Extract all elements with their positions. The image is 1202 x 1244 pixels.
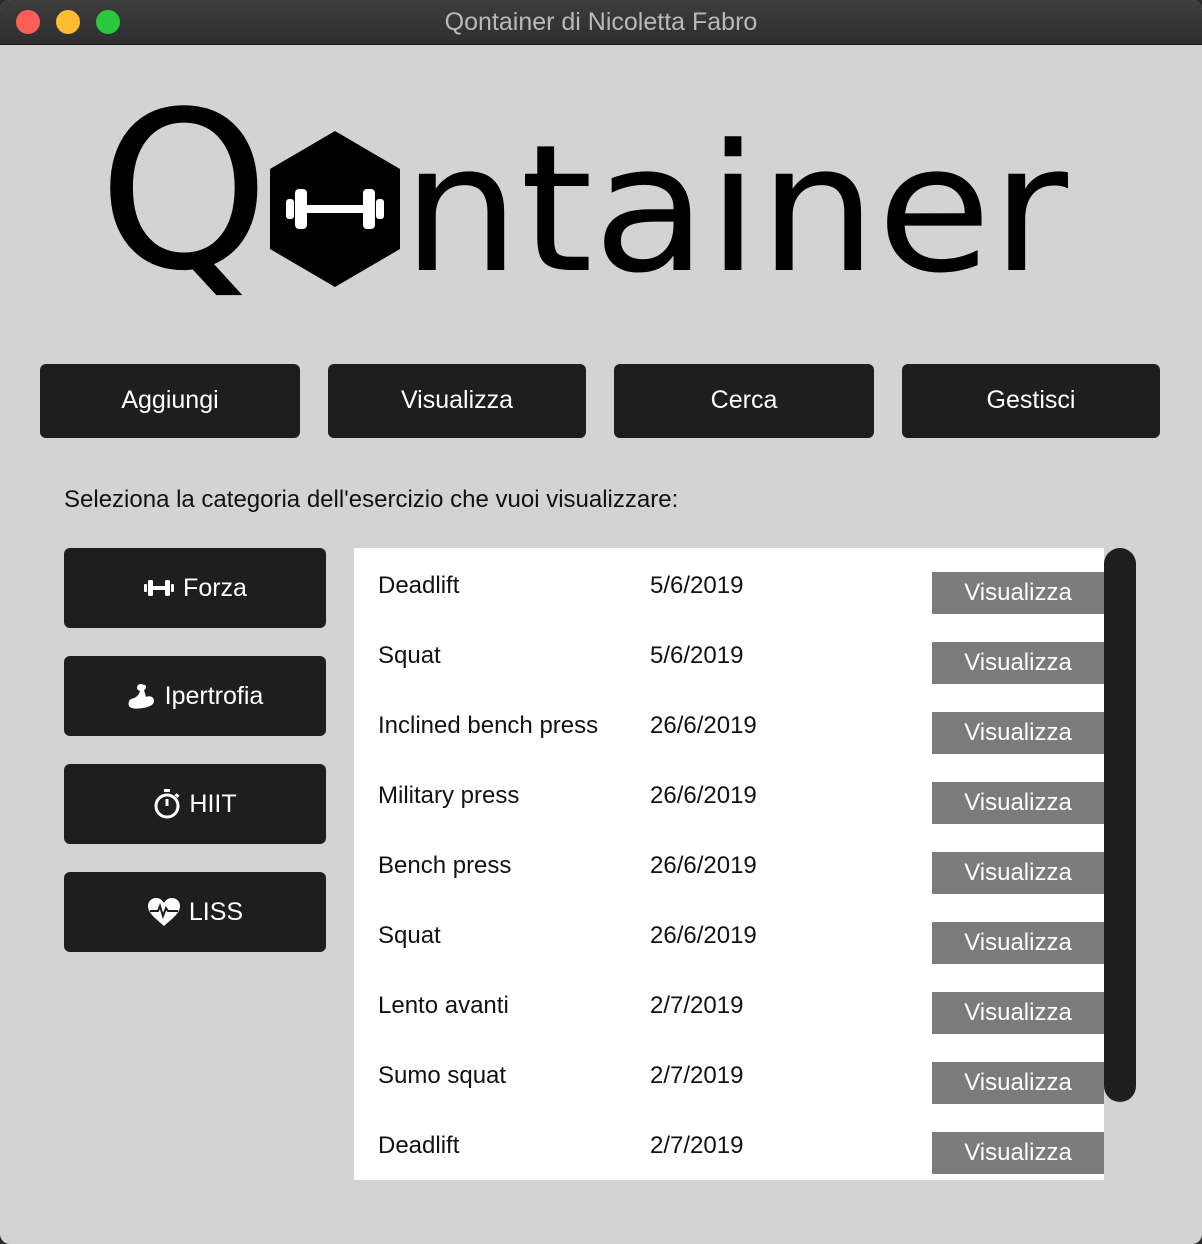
list-scrollbar[interactable] — [1104, 548, 1136, 1102]
exercise-date: 2/7/2019 — [650, 992, 744, 1019]
category-label: LISS — [188, 897, 244, 926]
exercise-date: 26/6/2019 — [650, 782, 757, 809]
category-ipertrofia-button[interactable]: Ipertrofia — [64, 656, 326, 736]
exercise-date: 5/6/2019 — [650, 642, 744, 669]
exercise-date: 26/6/2019 — [650, 922, 757, 949]
category-liss-button[interactable]: LISS — [64, 872, 326, 952]
exercise-date: 5/6/2019 — [650, 572, 744, 599]
category-label: HIIT — [189, 789, 237, 818]
view-exercise-button[interactable]: Visualizza — [932, 852, 1104, 894]
gestisci-button[interactable]: Gestisci — [902, 364, 1160, 438]
exercise-date: 2/7/2019 — [650, 1132, 744, 1159]
qontainer-logo: Q ntainer — [98, 95, 1069, 319]
app-window: Qontainer di Nicoletta Fabro Q ntainer A… — [0, 0, 1202, 1244]
view-exercise-button[interactable]: Visualizza — [932, 572, 1104, 614]
list-item: Deadlift 2/7/2019 Visualizza — [354, 1108, 1104, 1178]
view-exercise-button[interactable]: Visualizza — [932, 642, 1104, 684]
category-prompt: Seleziona la categoria dell'esercizio ch… — [64, 486, 679, 513]
exercise-name: Sumo squat — [378, 1062, 507, 1089]
visualizza-button[interactable]: Visualizza — [328, 364, 586, 438]
title-bar: Qontainer di Nicoletta Fabro — [0, 0, 1202, 45]
flexed-biceps-icon — [128, 684, 154, 709]
category-label: Ipertrofia — [164, 681, 264, 710]
category-forza-button[interactable]: Forza — [64, 548, 326, 628]
exercise-date: 2/7/2019 — [650, 1062, 744, 1089]
exercise-date: 26/6/2019 — [650, 852, 757, 879]
list-item: Squat 5/6/2019 Visualizza — [354, 618, 1104, 688]
heart-pulse-icon — [147, 898, 180, 926]
category-hiit-button[interactable]: HIIT — [64, 764, 326, 844]
cerca-button[interactable]: Cerca — [614, 364, 874, 438]
view-exercise-button[interactable]: Visualizza — [932, 1132, 1104, 1174]
list-item: Military press 26/6/2019 Visualizza — [354, 758, 1104, 828]
view-exercise-button[interactable]: Visualizza — [932, 992, 1104, 1034]
exercise-name: Deadlift — [378, 1132, 460, 1159]
category-label: Forza — [183, 573, 247, 602]
dumbbell-icon — [144, 580, 175, 596]
list-item: Bench press 26/6/2019 Visualizza — [354, 828, 1104, 898]
logo-letter-q: Q — [98, 95, 270, 319]
exercise-name: Military press — [378, 782, 520, 809]
stopwatch-icon — [154, 789, 180, 819]
view-exercise-button[interactable]: Visualizza — [932, 1062, 1104, 1104]
view-exercise-button[interactable]: Visualizza — [932, 712, 1104, 754]
exercise-name: Bench press — [378, 852, 512, 879]
exercise-name: Squat — [378, 642, 441, 669]
window-title: Qontainer di Nicoletta Fabro — [444, 8, 758, 36]
exercise-list: Deadlift 5/6/2019 Visualizza Squat 5/6/2… — [354, 548, 1104, 1180]
exercise-name: Squat — [378, 922, 441, 949]
logo-text: ntainer — [402, 107, 1069, 312]
exercise-date: 26/6/2019 — [650, 712, 757, 739]
list-item: Squat 26/6/2019 Visualizza — [354, 898, 1104, 968]
aggiungi-button[interactable]: Aggiungi — [40, 364, 300, 438]
list-item: Sumo squat 2/7/2019 Visualizza — [354, 1038, 1104, 1108]
view-exercise-button[interactable]: Visualizza — [932, 922, 1104, 964]
exercise-name: Inclined bench press — [378, 712, 599, 739]
exercise-name: Deadlift — [378, 572, 460, 599]
list-item: Inclined bench press 26/6/2019 Visualizz… — [354, 688, 1104, 758]
view-exercise-button[interactable]: Visualizza — [932, 782, 1104, 824]
list-item: Deadlift 5/6/2019 Visualizza — [354, 548, 1104, 618]
exercise-name: Lento avanti — [378, 992, 509, 1019]
list-item: Lento avanti 2/7/2019 Visualizza — [354, 968, 1104, 1038]
